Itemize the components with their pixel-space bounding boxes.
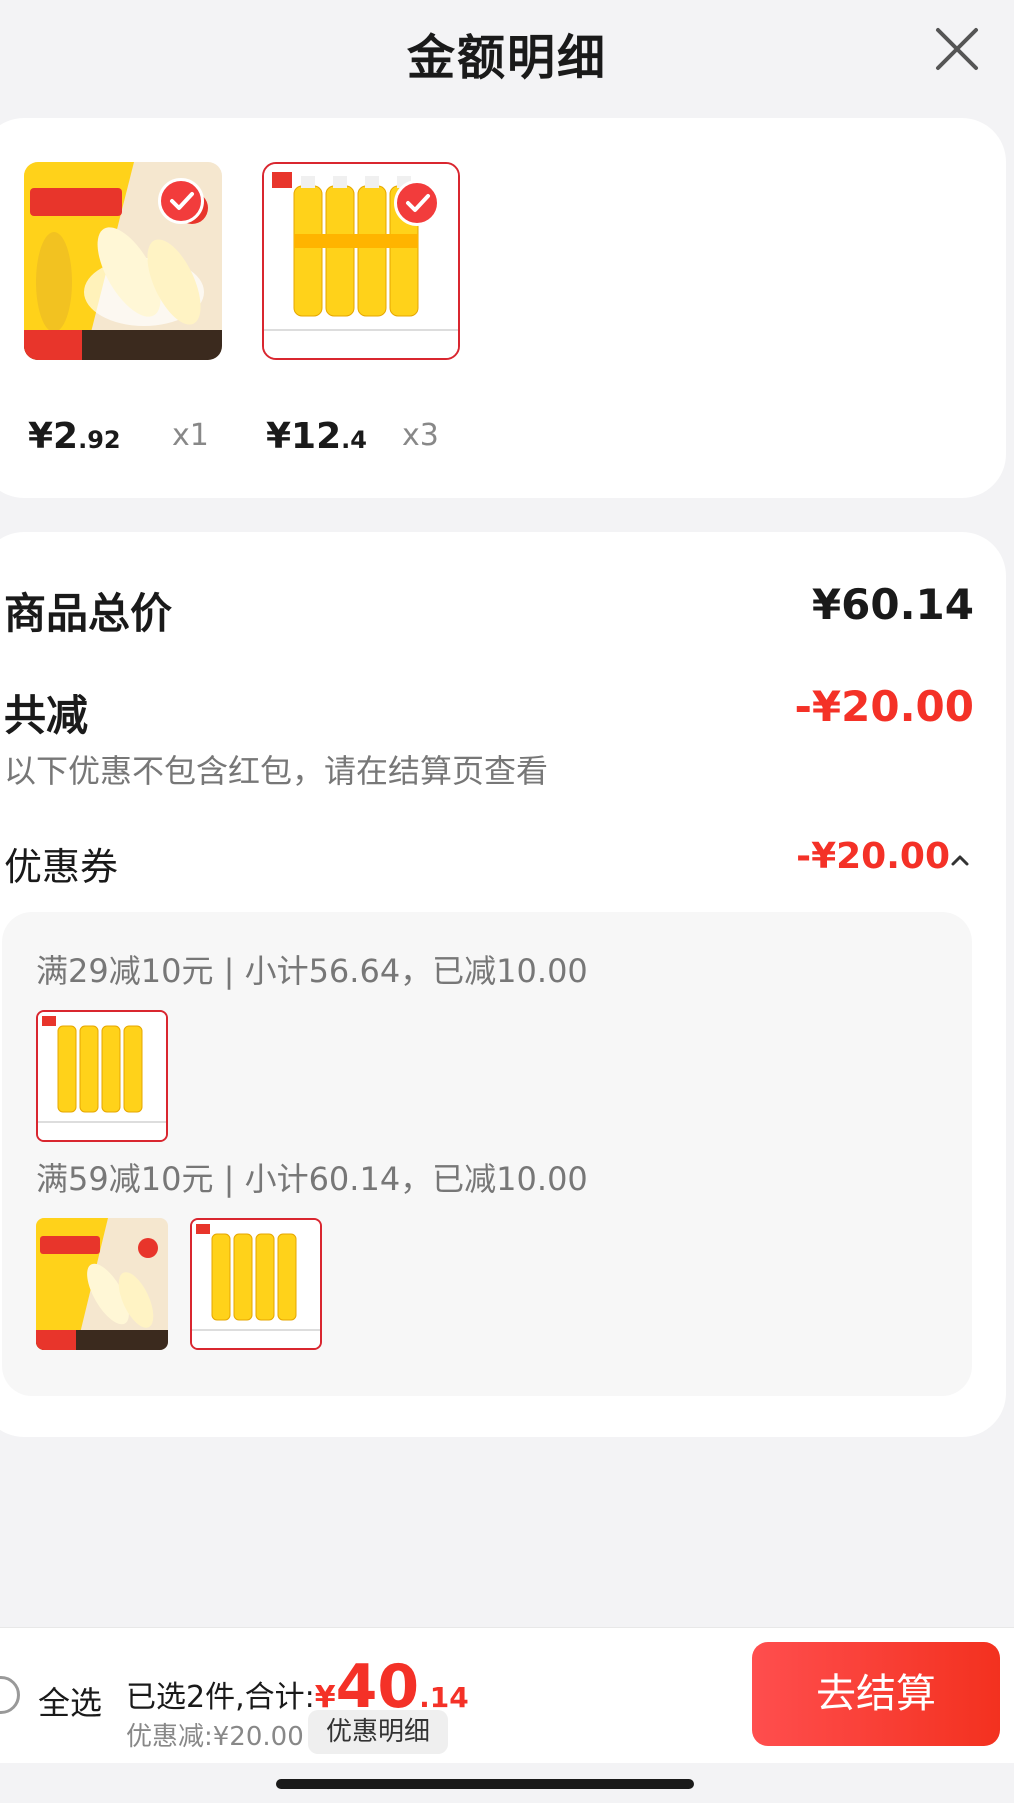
- home-indicator: [276, 1779, 694, 1789]
- product-item[interactable]: ¥12.4 x3: [262, 162, 462, 457]
- selected-products-card: ¥2.92 x1 ¥12.4 x3: [0, 118, 1006, 498]
- coupon-product-thumb-drink[interactable]: [190, 1218, 322, 1350]
- product-price: ¥12.4: [266, 416, 367, 457]
- page-title: 金额明细: [406, 30, 607, 86]
- selected-count-text: 已选2件,合计:: [126, 1680, 315, 1715]
- product-item[interactable]: ¥2.92 x1: [24, 162, 224, 457]
- product-price: ¥2.92: [28, 416, 121, 457]
- select-all-radio[interactable]: [0, 1676, 20, 1714]
- header: 金额明细: [0, 0, 1014, 104]
- discount-detail-button[interactable]: 优惠明细: [308, 1710, 449, 1754]
- product-quantity: x3: [402, 418, 439, 453]
- coupon-rule-text: 满59减10元 | 小计60.14，已减10.00: [36, 1160, 588, 1198]
- selected-check[interactable]: [394, 180, 440, 226]
- coupon-rule-text: 满29减10元 | 小计56.64，已减10.00: [36, 952, 588, 990]
- checkout-button[interactable]: 去结算: [752, 1642, 1000, 1746]
- check-icon: [406, 194, 430, 212]
- check-icon: [170, 192, 194, 210]
- reduction-label: 共减: [4, 691, 89, 740]
- close-button[interactable]: [934, 26, 980, 72]
- product-quantity: x1: [172, 418, 209, 453]
- coupon-label: 优惠券: [4, 845, 119, 889]
- coupon-detail-panel: 满29减10元 | 小计56.64，已减10.00 满59减10元 | 小计60…: [2, 912, 972, 1396]
- discount-summary: 优惠减:¥20.00: [126, 1722, 304, 1752]
- total-price-label: 商品总价: [4, 589, 173, 638]
- checkout-bar: 全选 已选2件,合计:¥40.14 优惠减:¥20.00 优惠明细 去结算: [0, 1627, 1014, 1763]
- coupon-product-thumb-drink[interactable]: [36, 1010, 168, 1142]
- chevron-up-icon[interactable]: [950, 850, 970, 870]
- select-all-label[interactable]: 全选: [38, 1678, 102, 1724]
- product-image-drink[interactable]: [262, 162, 460, 360]
- product-image-icecream[interactable]: [24, 162, 222, 360]
- coupon-value[interactable]: -¥20.00: [796, 836, 950, 877]
- discount-note: 以下优惠不包含红包，请在结算页查看: [4, 752, 549, 790]
- close-icon: [936, 28, 978, 70]
- coupon-product-thumb-icecream[interactable]: [36, 1218, 168, 1350]
- selected-check[interactable]: [158, 178, 204, 224]
- price-summary-card: 商品总价 ¥60.14 共减 -¥20.00 以下优惠不包含红包，请在结算页查看…: [0, 532, 1006, 1437]
- total-price-value: ¥60.14: [811, 580, 974, 629]
- reduction-value: -¥20.00: [794, 682, 974, 731]
